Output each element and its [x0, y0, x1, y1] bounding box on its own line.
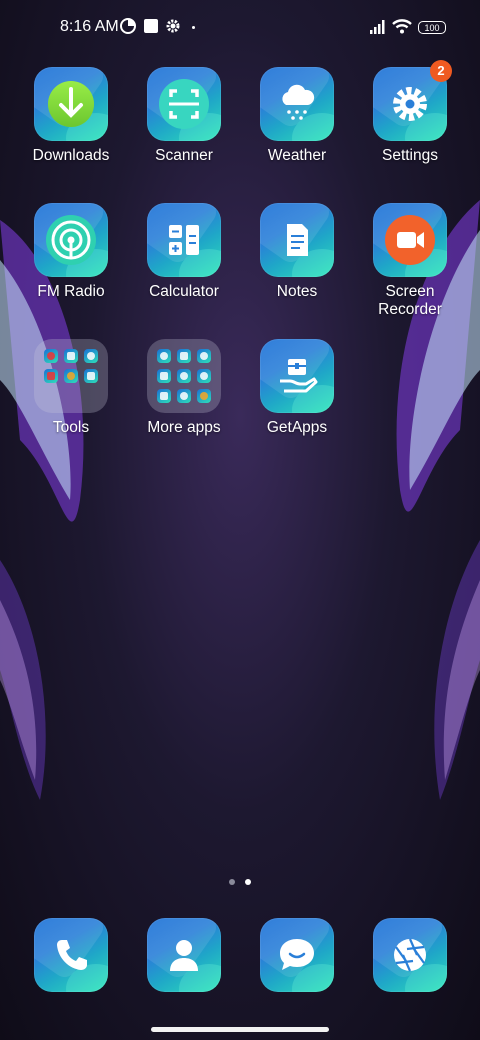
app-label-line2: Recorder	[378, 301, 442, 318]
app-label: Tools	[52, 419, 90, 436]
mini-app-icon	[177, 389, 191, 403]
scanner-icon	[159, 79, 209, 129]
download-icon	[48, 81, 94, 127]
app-label: GetApps	[266, 419, 328, 436]
camera-aperture-icon	[394, 938, 426, 972]
message-icon	[280, 939, 314, 970]
radio-icon	[46, 215, 96, 265]
page-dot-inactive[interactable]	[229, 879, 235, 885]
app-getapps[interactable]: GetApps	[242, 339, 352, 437]
downloads-tile	[34, 67, 108, 141]
folder-icon	[147, 339, 221, 413]
dock-messages[interactable]	[242, 918, 352, 992]
wallpaper-left-wing	[0, 220, 84, 800]
app-notes[interactable]: Notes	[242, 203, 352, 301]
mini-app-icon	[197, 389, 211, 403]
settings-gear-icon	[166, 19, 180, 33]
mini-app-icon	[64, 349, 78, 363]
folder-icon	[34, 339, 108, 413]
messages-tile	[260, 918, 334, 992]
app-settings[interactable]: Settings	[355, 67, 465, 165]
mini-app-icon	[44, 369, 58, 383]
app-label: Notes	[276, 283, 318, 300]
getapps-tile	[260, 339, 334, 413]
settings-notification-badge: 2	[430, 60, 452, 82]
app-downloads[interactable]: Downloads	[16, 67, 126, 165]
app-label: Settings	[381, 147, 438, 164]
app-screen-recorder[interactable]: Screen Recorder	[355, 203, 465, 319]
folder-more-apps[interactable]: More apps	[129, 339, 239, 437]
mini-app-icon	[177, 369, 191, 383]
data-saver-icon	[120, 18, 136, 34]
phone-icon	[57, 940, 87, 970]
app-scanner[interactable]: Scanner	[129, 67, 239, 165]
app-label: More apps	[147, 419, 221, 436]
app-label: Scanner	[155, 147, 213, 164]
gesture-home-bar[interactable]	[151, 1027, 329, 1032]
app-fm-radio[interactable]: FM Radio	[16, 203, 126, 301]
notes-icon	[287, 224, 308, 256]
mini-app-icon	[197, 369, 211, 383]
mini-app-icon	[84, 349, 98, 363]
video-camera-icon	[385, 215, 435, 265]
scanner-tile	[147, 67, 221, 141]
app-label: Calculator	[149, 283, 219, 300]
mini-app-icon	[64, 369, 78, 383]
mini-app-icon	[177, 349, 191, 363]
more-notifications-dot	[192, 26, 195, 29]
notification-square-icon	[144, 19, 158, 33]
mini-app-icon	[44, 349, 58, 363]
mini-app-icon	[157, 389, 171, 403]
mini-app-icon	[197, 349, 211, 363]
fm-radio-tile	[34, 203, 108, 277]
status-bar: 8:16 AM 100	[0, 0, 480, 56]
app-label: Weather	[267, 147, 327, 164]
calculator-icon	[169, 225, 199, 255]
page-dot-active[interactable]	[245, 879, 251, 885]
camera-tile	[373, 918, 447, 992]
dock-camera[interactable]	[355, 918, 465, 992]
weather-cloud-icon	[282, 84, 315, 120]
app-label-line1: Screen	[385, 283, 435, 300]
phone-tile	[34, 918, 108, 992]
calculator-tile	[147, 203, 221, 277]
battery-indicator: 100	[418, 21, 446, 34]
app-label: Downloads	[32, 147, 110, 164]
cellular-signal-icon	[370, 20, 385, 34]
screen-recorder-tile	[373, 203, 447, 277]
mini-app-icon	[157, 349, 171, 363]
contacts-tile	[147, 918, 221, 992]
contact-icon	[170, 940, 198, 971]
dock-phone[interactable]	[16, 918, 126, 992]
notes-tile	[260, 203, 334, 277]
mini-app-icon	[84, 369, 98, 383]
app-calculator[interactable]: Calculator	[129, 203, 239, 301]
mini-app-icon	[157, 369, 171, 383]
app-label: FM Radio	[37, 283, 105, 300]
weather-tile	[260, 67, 334, 141]
wifi-icon	[392, 19, 412, 34]
dock-contacts[interactable]	[129, 918, 239, 992]
getapps-icon	[280, 359, 318, 393]
folder-tools[interactable]: Tools	[16, 339, 126, 437]
status-time: 8:16 AM	[60, 18, 119, 35]
app-weather[interactable]: Weather	[242, 67, 352, 165]
